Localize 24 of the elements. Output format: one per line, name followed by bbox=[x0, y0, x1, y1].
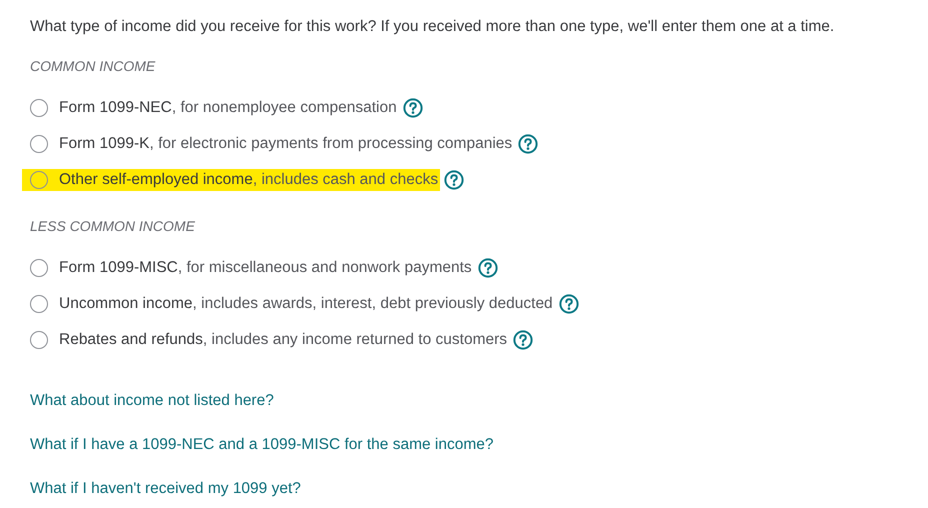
help-icon[interactable] bbox=[518, 134, 538, 154]
help-icon[interactable] bbox=[478, 258, 498, 278]
help-link[interactable]: What if I haven't received my 1099 yet? bbox=[30, 478, 301, 500]
radio-button[interactable] bbox=[30, 331, 48, 349]
radio-button[interactable] bbox=[30, 295, 48, 313]
help-icon[interactable] bbox=[444, 170, 464, 190]
radio-button[interactable] bbox=[30, 171, 48, 189]
option-label: Other self-employed income, includes cash and checks bbox=[59, 171, 438, 189]
help-link[interactable]: What if I have a 1099-NEC and a 1099-MISC for the same income? bbox=[30, 434, 494, 456]
section-heading: LESS COMMON INCOME bbox=[30, 217, 196, 236]
radio-button[interactable] bbox=[30, 99, 48, 117]
section-heading: COMMON INCOME bbox=[30, 57, 156, 76]
radio-button[interactable] bbox=[30, 135, 48, 153]
radio-button[interactable] bbox=[30, 259, 48, 277]
option-label: Form 1099-NEC, for nonemployee compensation bbox=[59, 99, 397, 117]
help-icon[interactable] bbox=[558, 294, 579, 314]
help-link[interactable]: What about income not listed here? bbox=[30, 390, 274, 412]
question-text: What type of income did you receive for this work? If you received more than one type, we'll enter them one at a time. bbox=[30, 17, 836, 37]
help-icon[interactable] bbox=[513, 330, 534, 350]
option-label: Form 1099-MISC, for miscellaneous and nonwork payments bbox=[59, 259, 472, 277]
option-label: Uncommon income, includes awards, interest, debt previously deducted bbox=[59, 295, 553, 313]
help-icon[interactable] bbox=[402, 98, 423, 118]
option-label: Form 1099-K, for electronic payments from processing companies bbox=[59, 135, 512, 153]
option-label: Rebates and refunds, includes any income returned to customers bbox=[59, 331, 508, 349]
